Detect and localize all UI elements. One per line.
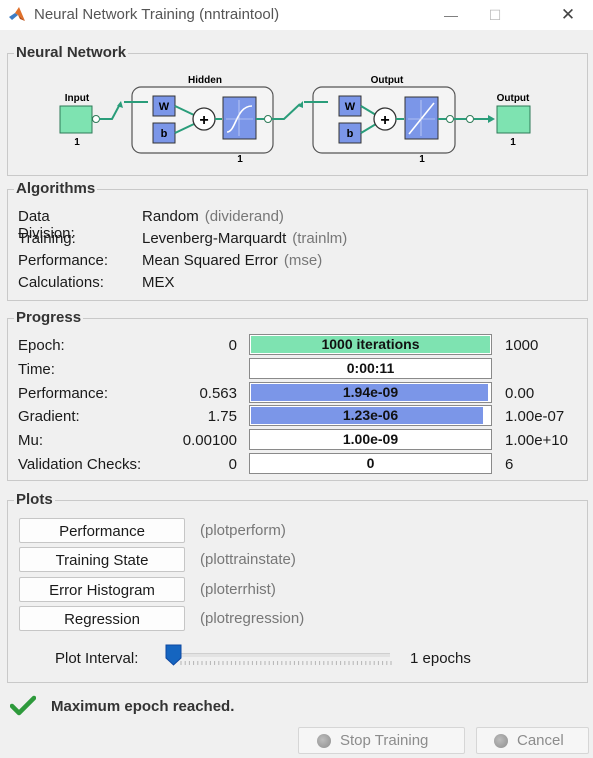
plot-performance-fn: (plotperform) xyxy=(200,522,286,539)
svg-text:+: + xyxy=(199,112,208,129)
plot-error-histogram-fn: (ploterrhist) xyxy=(200,581,276,598)
cancel-icon xyxy=(494,734,508,748)
mu-progress-text: 1.00e-09 xyxy=(342,431,399,447)
window-title: Neural Network Training (nntraintool) xyxy=(34,6,280,23)
data-division-fn: (dividerand) xyxy=(204,208,284,225)
stop-icon xyxy=(317,734,331,748)
plots-panel: Plots Performance (plotperform) Training… xyxy=(7,491,588,683)
calculations-value: MEX xyxy=(142,274,175,291)
mu-label: Mu: xyxy=(18,432,44,449)
plot-error-histogram-button[interactable]: Error Histogram xyxy=(19,577,185,602)
gradient-progress-bar: 1.23e-06 xyxy=(249,405,492,426)
performance-fn: (mse) xyxy=(283,252,323,269)
output-layer-label: Output xyxy=(371,75,404,86)
epoch-label: Epoch: xyxy=(18,337,65,354)
time-progress-bar: 0:00:11 xyxy=(249,358,492,379)
progress-panel: Progress Epoch: 0 1000 iterations 1000 T… xyxy=(7,309,588,481)
matlab-logo-icon xyxy=(9,7,25,21)
performance-start: 0.563 xyxy=(199,385,237,402)
validation-checks-start: 0 xyxy=(228,456,237,473)
input-connector-icon xyxy=(92,115,100,123)
status-message: Maximum epoch reached. xyxy=(51,698,235,715)
plot-training-state-fn: (plottrainstate) xyxy=(200,551,296,568)
output-block xyxy=(496,105,531,134)
plot-interval-label: Plot Interval: xyxy=(55,650,139,667)
output-layer-size: 1 xyxy=(419,154,425,165)
mu-start: 0.00100 xyxy=(182,432,237,449)
output-label: Output xyxy=(497,93,530,104)
svg-text:W: W xyxy=(345,101,356,113)
mu-progress-bar: 1.00e-09 xyxy=(249,429,492,450)
checkmark-icon xyxy=(10,695,36,716)
performance-progress-text: 1.94e-09 xyxy=(342,384,399,400)
plot-training-state-button[interactable]: Training State xyxy=(19,547,185,572)
plot-regression-fn: (plotregression) xyxy=(200,610,305,627)
time-progress-text: 0:00:11 xyxy=(346,360,395,376)
plots-title: Plots xyxy=(14,491,55,508)
training-fn: (trainlm) xyxy=(292,230,348,247)
cancel-label: Cancel xyxy=(517,732,564,749)
svg-text:b: b xyxy=(347,128,354,140)
plot-interval-value: 1 epochs xyxy=(410,650,471,667)
cancel-button[interactable]: Cancel xyxy=(476,727,589,754)
gradient-start: 1.75 xyxy=(207,408,237,425)
hidden-layer-label: Hidden xyxy=(188,75,222,86)
time-label: Time: xyxy=(18,361,55,378)
mu-end: 1.00e+10 xyxy=(505,432,568,449)
epoch-start: 0 xyxy=(228,337,237,354)
minimize-button[interactable]: — xyxy=(440,4,462,26)
network-diagram: Input 1 Hidden W b + 1 Output W b + 1 Ou… xyxy=(59,75,531,165)
stop-training-button[interactable]: Stop Training xyxy=(298,727,465,754)
epoch-progress-text: 1000 iterations xyxy=(321,336,420,352)
validation-checks-label: Validation Checks: xyxy=(18,456,142,473)
data-division-value: Random xyxy=(142,208,199,225)
gradient-progress-text: 1.23e-06 xyxy=(342,407,399,423)
epoch-progress-bar: 1000 iterations xyxy=(249,334,492,355)
algorithms-title: Algorithms xyxy=(14,180,98,197)
maximize-button[interactable]: ☐ xyxy=(484,4,506,26)
algorithms-panel: Algorithms Data Division: Random (divider… xyxy=(7,180,588,301)
performance-label: Performance: xyxy=(18,252,109,269)
performance-end: 0.00 xyxy=(505,385,535,402)
performance-progress-label: Performance: xyxy=(18,385,109,402)
plot-regression-button[interactable]: Regression xyxy=(19,606,185,631)
gradient-end: 1.00e-07 xyxy=(505,408,565,425)
plot-performance-button[interactable]: Performance xyxy=(19,518,185,543)
validation-checks-progress-bar: 0 xyxy=(249,453,492,474)
performance-progress-bar: 1.94e-09 xyxy=(249,382,492,403)
performance-value: Mean Squared Error xyxy=(142,252,278,269)
title-bar: Neural Network Training (nntraintool) — … xyxy=(0,0,593,30)
svg-text:W: W xyxy=(159,101,170,113)
calculations-label: Calculations: xyxy=(18,274,104,291)
plot-interval-ticks xyxy=(180,661,392,665)
input-size: 1 xyxy=(74,137,80,148)
plot-interval-slider-track[interactable] xyxy=(178,653,390,657)
input-block xyxy=(59,105,93,134)
svg-text:+: + xyxy=(380,112,389,129)
output-size: 1 xyxy=(510,137,516,148)
stop-training-label: Stop Training xyxy=(340,732,429,749)
validation-checks-end: 6 xyxy=(505,456,514,473)
close-button[interactable]: ✕ xyxy=(557,4,579,26)
gradient-label: Gradient: xyxy=(18,408,80,425)
input-label: Input xyxy=(65,93,90,104)
hidden-layer-size: 1 xyxy=(237,154,243,165)
plot-interval-slider-thumb[interactable] xyxy=(165,644,182,666)
neural-network-panel: Neural Network Input 1 Hidden W b + 1 Ou… xyxy=(7,44,588,176)
svg-text:b: b xyxy=(161,128,168,140)
training-label: Training: xyxy=(18,230,76,247)
progress-title: Progress xyxy=(14,309,84,326)
training-value: Levenberg-Marquardt xyxy=(142,230,287,247)
validation-checks-progress-text: 0 xyxy=(366,455,375,471)
epoch-end: 1000 xyxy=(505,337,539,354)
